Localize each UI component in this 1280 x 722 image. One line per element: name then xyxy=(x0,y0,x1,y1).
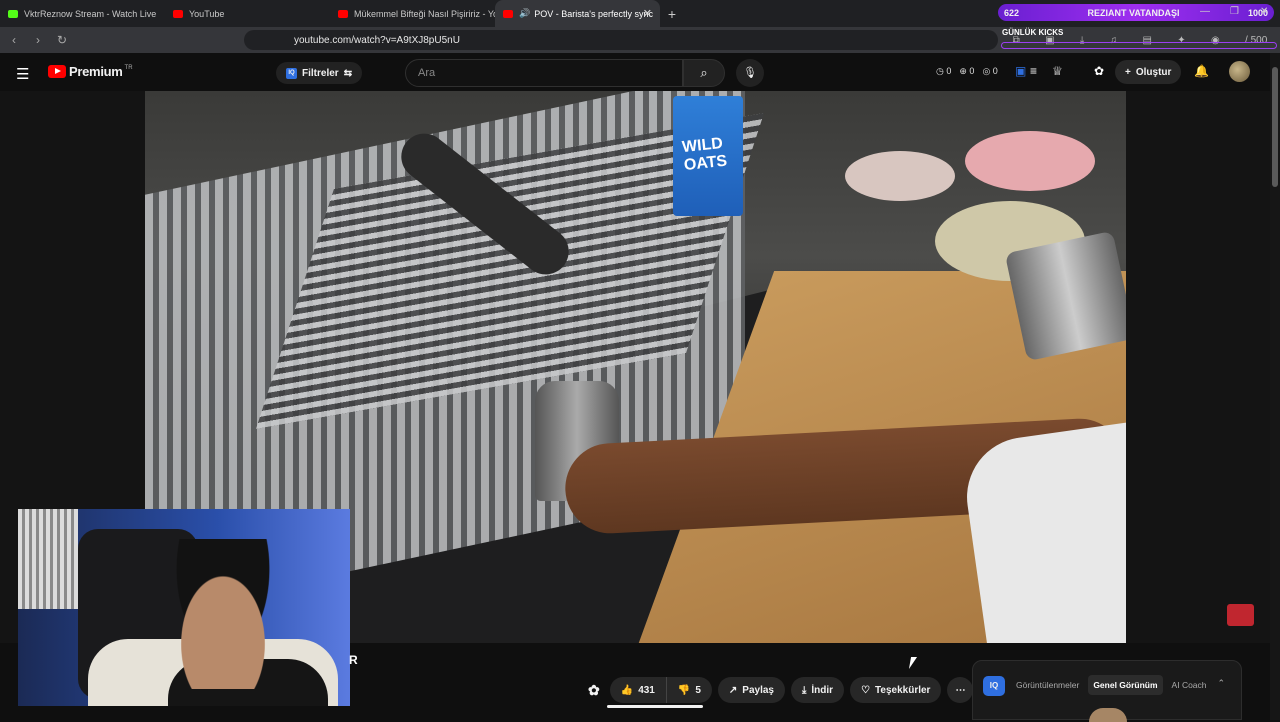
video-actions: ✿ 👍 431 👎 5 ↗ Paylaş ⤓ İndir ♡ Teşekkürl… xyxy=(584,677,974,703)
kick-icon xyxy=(8,9,18,18)
dislike-button[interactable]: 👎 5 xyxy=(666,677,712,703)
page-scrollbar[interactable] xyxy=(1270,53,1280,720)
eye-icon: ◎ 0 xyxy=(982,66,998,76)
logo-text: Premium xyxy=(69,64,123,79)
download-label: İndir xyxy=(811,684,834,696)
thumbs-up-icon: 👍 xyxy=(620,684,634,696)
search-button[interactable]: ⌕ xyxy=(683,59,725,87)
share-label: Paylaş xyxy=(742,684,774,696)
like-count: 431 xyxy=(638,684,655,696)
trophy-icon[interactable]: ♕ xyxy=(1052,64,1063,78)
scrollbar-thumb[interactable] xyxy=(1272,67,1278,187)
thumbs-down-icon: 👎 xyxy=(677,684,691,696)
filters-label: Filtreler xyxy=(302,67,339,79)
close-icon[interactable]: ✕ xyxy=(643,7,652,20)
forward-icon[interactable]: › xyxy=(28,33,48,47)
reload-icon[interactable]: ↻ xyxy=(52,33,72,47)
sliders-icon: ⇆ xyxy=(343,67,353,79)
more-icon: ⋯ xyxy=(955,684,966,696)
window-close-icon[interactable]: ✕ xyxy=(1260,6,1268,17)
browser-tab-active[interactable]: 🔊 POV - Barista's perfectly sync ✕ xyxy=(495,0,660,27)
download-button[interactable]: ⤓ İndir xyxy=(790,677,845,703)
notification-bell-icon[interactable]: 🔔 xyxy=(1194,64,1209,78)
daily-kicks-progress xyxy=(1001,42,1277,49)
thanks-label: Teşekkürler xyxy=(875,684,931,696)
stats-counters: ◷ 0 ⊕ 0 ◎ 0 xyxy=(936,66,998,77)
video-frame-plate xyxy=(845,151,955,201)
thanks-button[interactable]: ♡ Teşekkürler xyxy=(850,677,942,703)
microphone-icon: 🎙 xyxy=(743,67,757,79)
more-actions-button[interactable]: ⋯ xyxy=(947,677,974,703)
share-button[interactable]: ↗ Paylaş xyxy=(717,677,785,703)
youtube-icon xyxy=(173,9,183,18)
tab-title: Mükemmel Bifteği Nasıl Pişiririz - You xyxy=(354,8,495,19)
back-icon[interactable]: ‹ xyxy=(4,33,24,47)
webcam-person xyxy=(158,539,288,689)
voice-search-button[interactable]: 🎙 xyxy=(736,59,764,87)
url-text: youtube.com/watch?v=A9tXJ8pU5nU xyxy=(294,34,460,46)
create-button[interactable]: + Oluştur xyxy=(1115,60,1182,84)
subscribe-watermark[interactable] xyxy=(1227,604,1254,626)
speaker-icon: 🔊 xyxy=(519,8,531,18)
mouse-cursor xyxy=(908,657,918,669)
share-icon: ↗ xyxy=(728,684,738,696)
country-code: TR xyxy=(124,64,133,71)
video-frame-milk-pitcher xyxy=(1004,230,1126,362)
plus-icon: + xyxy=(1125,66,1131,78)
youtube-icon xyxy=(338,9,348,18)
tab-overview[interactable]: Genel Görünüm xyxy=(1088,675,1163,695)
new-tab-button[interactable]: + xyxy=(660,6,684,22)
like-button[interactable]: 👍 431 xyxy=(609,677,667,703)
tab-title: POV - Barista's perfectly sync xyxy=(534,8,653,19)
tab-title: VktrReznow Stream - Watch Live xyxy=(24,8,157,19)
youtube-header: ☰ Premium TR IQ Filtreler ⇆ Ara ⌕ 🎙 ◷ 0 … xyxy=(0,53,1280,91)
download-icon: ⤓ xyxy=(801,684,807,696)
iq-logo: IQ xyxy=(983,676,1005,696)
like-dislike-group: 👍 431 👎 5 xyxy=(609,677,712,703)
avatar[interactable] xyxy=(1229,61,1250,82)
streamer-webcam xyxy=(18,509,350,706)
overlay-letter: R xyxy=(349,653,358,667)
panel-tabs: Görüntülenmeler Genel Görünüm AI Coach xyxy=(1011,675,1212,695)
tab-views[interactable]: Görüntülenmeler xyxy=(1011,675,1084,695)
youtube-logo[interactable]: Premium TR xyxy=(48,64,133,79)
youtube-play-icon xyxy=(48,65,66,78)
youtube-icon xyxy=(503,9,513,18)
search-placeholder: Ara xyxy=(418,67,436,79)
shorts-icon[interactable]: ✿ xyxy=(1094,64,1104,78)
list-icon[interactable]: ≡ xyxy=(1030,64,1037,78)
chevron-up-icon[interactable]: ⌃ xyxy=(1217,678,1225,689)
browser-tab[interactable]: YouTube xyxy=(165,0,330,27)
video-frame-milk-carton: WILD OATS xyxy=(673,96,743,216)
webcam-shelf xyxy=(18,509,78,609)
iq-icon: IQ xyxy=(286,67,297,79)
iq-analytics-panel: IQ Görüntülenmeler Genel Görünüm AI Coac… xyxy=(972,660,1242,722)
search-icon: ⌕ xyxy=(700,65,708,80)
filters-button[interactable]: IQ Filtreler ⇆ xyxy=(276,62,363,84)
browser-tab[interactable]: VktrReznow Stream - Watch Live xyxy=(0,0,165,27)
shorts-remix-icon[interactable]: ✿ xyxy=(584,677,604,703)
target-icon: ⊕ 0 xyxy=(959,66,975,76)
milk-brand: WILD OATS xyxy=(681,134,728,175)
clock-icon: ◷ 0 xyxy=(936,66,952,76)
kick-left-count: 622 xyxy=(1004,7,1020,18)
dislike-count: 5 xyxy=(695,684,701,696)
minimize-icon[interactable]: — xyxy=(1200,6,1210,17)
tab-title: YouTube xyxy=(189,8,225,19)
search-input[interactable]: Ara xyxy=(405,59,683,87)
browser-tab[interactable]: Mükemmel Bifteği Nasıl Pişiririz - You xyxy=(330,0,495,27)
like-bar-indicator xyxy=(607,705,703,708)
create-label: Oluştur xyxy=(1135,66,1172,78)
kick-title: REZIANT VATANDAŞI xyxy=(1087,7,1180,18)
tab-ai-coach[interactable]: AI Coach xyxy=(1167,675,1212,695)
video-frame-plate xyxy=(965,131,1095,191)
menu-icon[interactable]: ☰ xyxy=(16,65,29,83)
restore-icon[interactable]: ❐ xyxy=(1230,6,1239,17)
heart-dollar-icon: ♡ xyxy=(861,684,871,696)
iq-extension-icon[interactable]: ▣ xyxy=(1015,64,1026,78)
url-field[interactable]: youtube.com/watch?v=A9tXJ8pU5nU xyxy=(244,30,998,50)
